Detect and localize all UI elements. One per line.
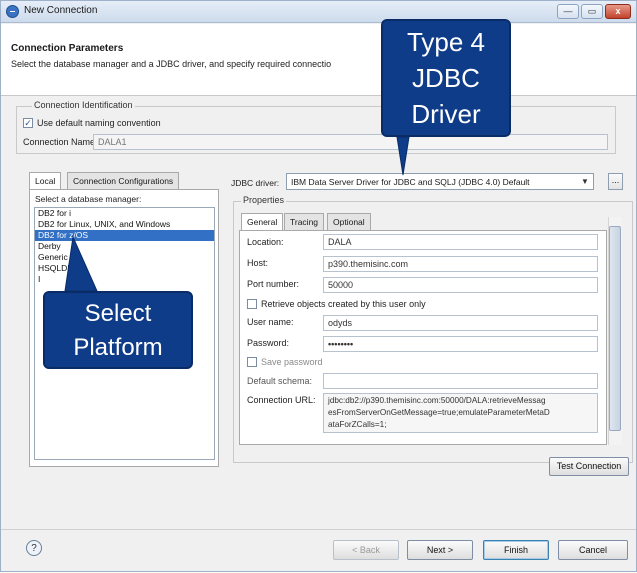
arrow-up-icon	[64, 235, 98, 292]
new-connection-window: New Connection — ▭ x Connection Paramete…	[0, 0, 637, 572]
callout-arrows	[64, 136, 410, 292]
arrow-down-icon	[396, 136, 410, 176]
